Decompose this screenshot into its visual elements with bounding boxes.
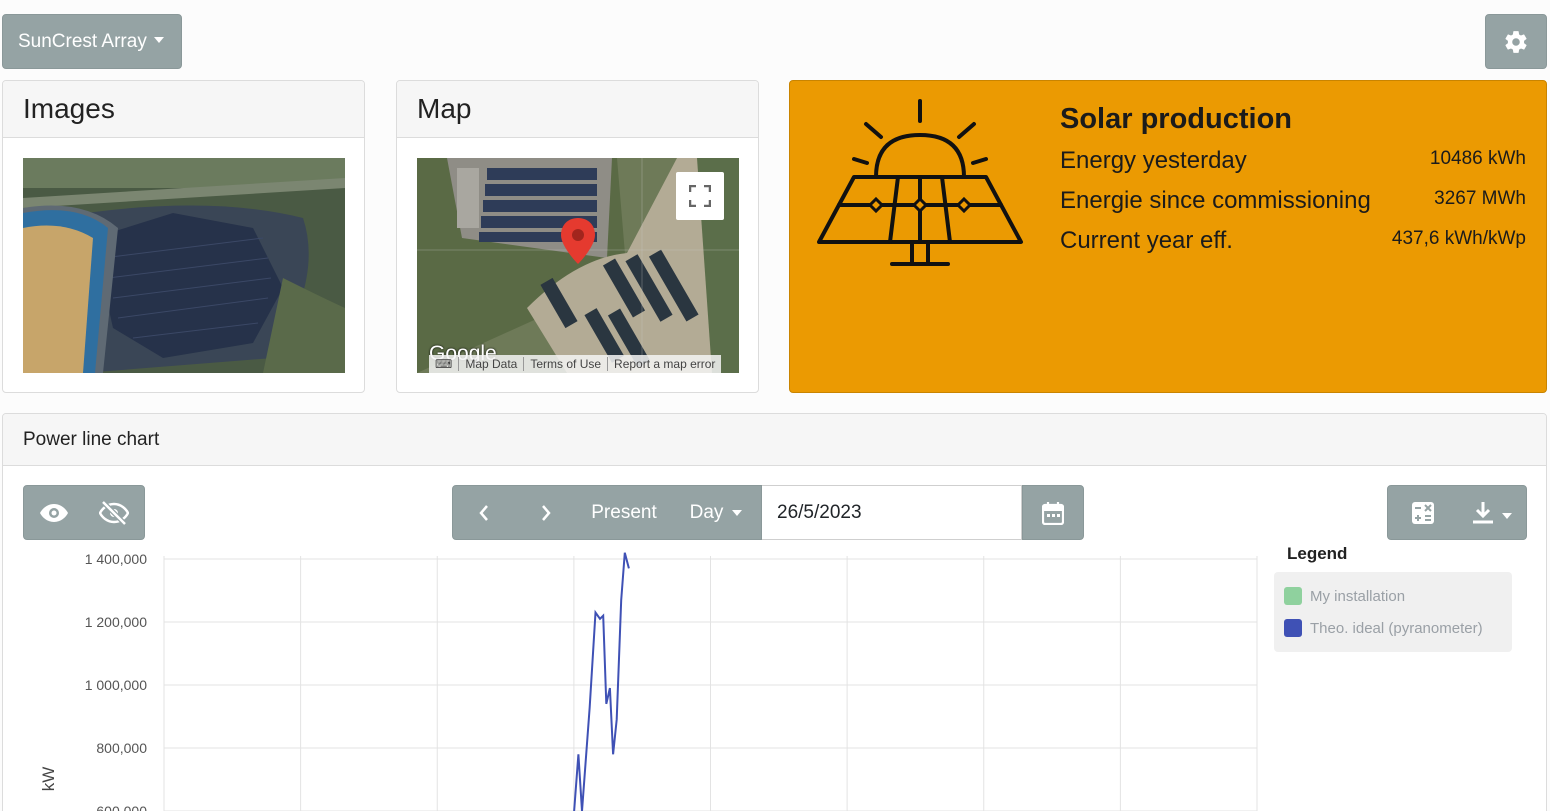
images-card: Images (2, 80, 365, 393)
eye-slash-icon (99, 499, 129, 526)
solar-production-card: Solar production Energy yesterday 10486 … (789, 80, 1547, 393)
current-year-efficiency-label: Current year eff. (1060, 227, 1233, 254)
legend-items: My installation Theo. ideal (pyranometer… (1274, 572, 1512, 652)
y-tick-label: 1 400,000 (85, 551, 147, 567)
images-card-title: Images (3, 81, 364, 138)
legend-swatch (1284, 587, 1302, 605)
map-card-title: Map (397, 81, 758, 138)
terms-link[interactable]: Terms of Use (523, 357, 607, 371)
legend-label: My installation (1310, 587, 1406, 605)
date-navigation-group: Present Day (452, 485, 1084, 540)
period-label: Day (689, 501, 724, 523)
period-dropdown[interactable]: Day (671, 485, 761, 540)
calculator-icon (1411, 501, 1434, 524)
legend-title: Legend (1287, 544, 1348, 563)
series-line-theo-ideal (573, 552, 630, 811)
map-card: Map Google ⌨ Map Data Terms of Use Repor… (396, 80, 759, 393)
y-tick-label: 600,000 (96, 803, 147, 811)
chart-grid (163, 556, 1258, 811)
chevron-right-icon (542, 504, 551, 521)
date-input[interactable] (762, 485, 1022, 540)
hide-all-button[interactable] (84, 486, 144, 539)
caret-down-icon (1501, 512, 1512, 519)
energy-yesterday-label: Energy yesterday (1060, 147, 1247, 174)
visibility-button-group (23, 485, 145, 540)
y-axis-ticks: 1 400,000 1 200,000 1 000,000 800,000 600,00… (85, 551, 148, 811)
energy-since-commissioning-label: Energie since commissioning (1060, 187, 1371, 214)
calendar-icon (1042, 501, 1064, 525)
power-line-chart-title: Power line chart (3, 414, 1546, 466)
show-all-button[interactable] (24, 486, 84, 539)
legend-swatch (1284, 619, 1302, 637)
map-data-link[interactable]: Map Data (458, 357, 523, 371)
energy-yesterday-value: 10486 kWh (1429, 148, 1526, 169)
installation-photo[interactable] (23, 158, 345, 373)
fullscreen-icon (689, 185, 711, 207)
legend-item-my-installation[interactable]: My installation (1284, 580, 1502, 612)
settings-button[interactable] (1485, 14, 1547, 69)
site-selector-dropdown[interactable]: SunCrest Array (2, 14, 182, 69)
site-name: SunCrest Array (18, 30, 147, 52)
map-pin-icon (561, 218, 595, 264)
period-nav-buttons: Present Day (452, 485, 762, 540)
y-tick-label: 1 200,000 (85, 614, 147, 630)
caret-down-icon (732, 509, 743, 516)
keyboard-icon[interactable]: ⌨ (429, 357, 458, 371)
eye-icon (40, 503, 68, 522)
y-tick-label: 800,000 (96, 740, 147, 756)
satellite-map[interactable]: Google ⌨ Map Data Terms of Use Report a … (417, 158, 739, 373)
download-icon (1472, 501, 1493, 523)
download-dropdown-button[interactable] (1457, 486, 1526, 539)
caret-down-icon (153, 36, 164, 43)
current-year-efficiency-value: 437,6 kWh/kWp (1391, 228, 1526, 249)
present-button[interactable]: Present (577, 485, 671, 540)
calculator-button[interactable] (1388, 486, 1457, 539)
gear-icon (1505, 30, 1527, 53)
report-map-error-link[interactable]: Report a map error (607, 357, 721, 371)
next-period-button[interactable] (515, 485, 577, 540)
chevron-left-icon (479, 504, 488, 521)
solar-panel-icon (817, 99, 1023, 266)
chart-tools-group (1387, 485, 1527, 540)
legend-item-theo-ideal[interactable]: Theo. ideal (pyranometer) (1284, 612, 1502, 644)
chart-series (573, 552, 630, 811)
map-attribution-bar: ⌨ Map Data Terms of Use Report a map err… (429, 355, 722, 373)
previous-period-button[interactable] (453, 485, 515, 540)
power-line-chart: 1 400,000 1 200,000 1 000,000 800,000 600,00… (39, 551, 1258, 811)
y-tick-label: 1 000,000 (85, 677, 147, 693)
power-line-chart-card: Power line chart Present Day 26/5/2023 1… (2, 413, 1547, 811)
calendar-button[interactable] (1022, 485, 1084, 540)
y-axis-label: kW (39, 767, 58, 792)
chart-legend: Legend My installation Theo. ideal (pyra… (1274, 544, 1512, 652)
solar-production-title: Solar production (1060, 103, 1292, 135)
fullscreen-button[interactable] (676, 172, 724, 220)
legend-label: Theo. ideal (pyranometer) (1310, 619, 1483, 637)
energy-since-commissioning-value: 3267 MWh (1434, 188, 1526, 209)
